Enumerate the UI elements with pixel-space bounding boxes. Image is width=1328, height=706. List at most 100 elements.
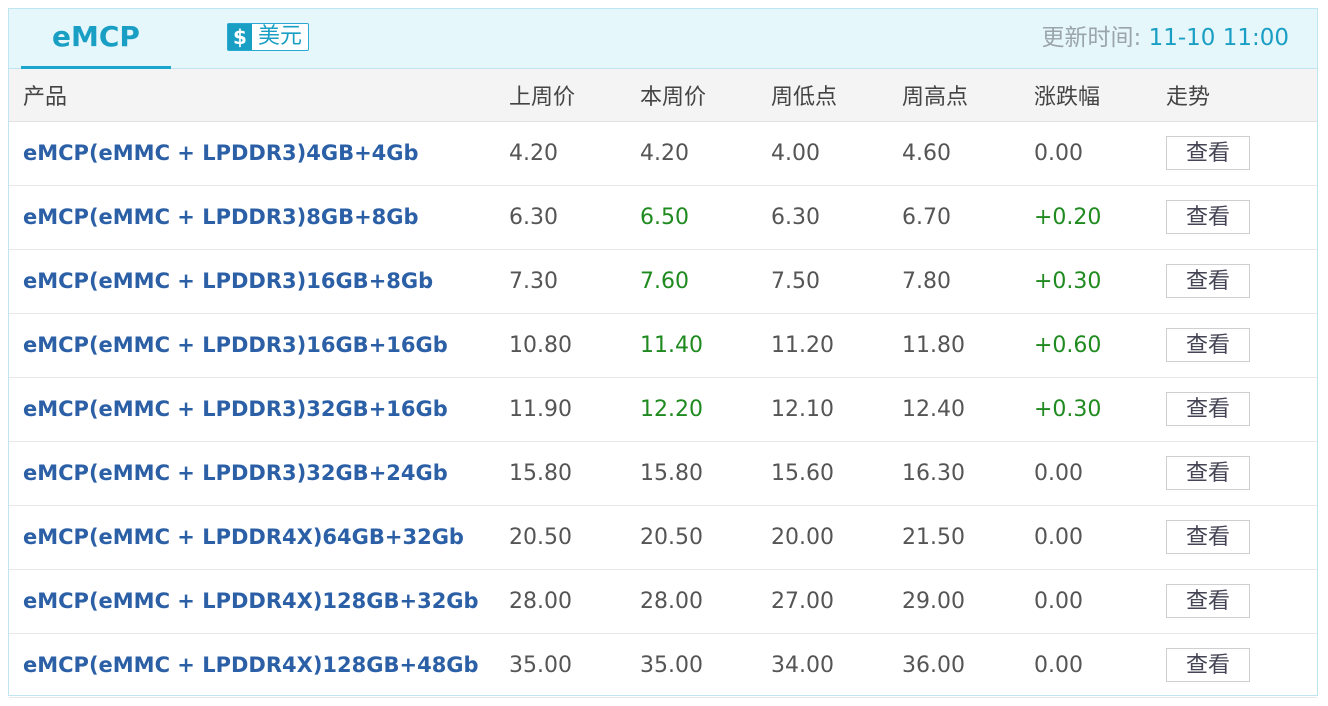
currency-label: 美元 — [258, 24, 303, 49]
table-row: eMCP(eMMC + LPDDR3)4GB+4Gb 4.20 4.20 4.00 4.… — [9, 121, 1317, 186]
week-low: 20.00 — [771, 505, 902, 570]
trend-cell: 查看 — [1166, 185, 1317, 250]
view-trend-button[interactable]: 查看 — [1166, 328, 1250, 362]
week-high: 12.40 — [902, 377, 1034, 442]
table-row: eMCP(eMMC + LPDDR3)32GB+24Gb 15.80 15.80 15… — [9, 441, 1317, 506]
trend-cell: 查看 — [1166, 121, 1317, 186]
update-time-value: 11-10 11:00 — [1148, 25, 1289, 51]
price-table: 产品 上周价 本周价 周低点 周高点 涨跌幅 走势 eMCP(eMMC + LP… — [9, 69, 1317, 698]
view-trend-button[interactable]: 查看 — [1166, 200, 1250, 234]
column-header-this-week: 本周价 — [640, 69, 771, 122]
price-change: 0.00 — [1034, 121, 1166, 186]
price-change: +0.60 — [1034, 313, 1166, 378]
week-high: 4.60 — [902, 121, 1034, 186]
update-time: 更新时间: 11-10 11:00 — [1042, 23, 1290, 53]
product-name: eMCP(eMMC + LPDDR3)16GB+8Gb — [9, 249, 509, 314]
price-change: +0.30 — [1034, 249, 1166, 314]
last-week-price: 28.00 — [509, 569, 640, 634]
week-low: 15.60 — [771, 441, 902, 506]
tab-emcp[interactable]: eMCP — [21, 9, 171, 70]
price-change: +0.20 — [1034, 185, 1166, 250]
update-time-label: 更新时间: — [1041, 25, 1149, 51]
trend-cell: 查看 — [1166, 313, 1317, 378]
week-low: 6.30 — [771, 185, 902, 250]
last-week-price: 10.80 — [509, 313, 640, 378]
view-trend-button[interactable]: 查看 — [1166, 456, 1250, 490]
trend-cell: 查看 — [1166, 633, 1317, 698]
product-name: eMCP(eMMC + LPDDR3)16GB+16Gb — [9, 313, 509, 378]
trend-cell: 查看 — [1166, 569, 1317, 634]
trend-cell: 查看 — [1166, 505, 1317, 570]
table-row: eMCP(eMMC + LPDDR4X)128GB+48Gb 35.00 35.00… — [9, 633, 1317, 698]
product-name: eMCP(eMMC + LPDDR3)32GB+16Gb — [9, 377, 509, 442]
week-high: 29.00 — [902, 569, 1034, 634]
this-week-price: 28.00 — [640, 569, 771, 634]
table-row: eMCP(eMMC + LPDDR3)16GB+16Gb 10.80 11.40 11… — [9, 313, 1317, 378]
price-panel: eMCP $ 美元 更新时间: 11-10 11:00 产品 上周价 本周价 周… — [8, 8, 1318, 698]
tab-bar: eMCP $ 美元 更新时间: 11-10 11:00 — [9, 9, 1317, 70]
this-week-price: 4.20 — [640, 121, 771, 186]
currency-toggle[interactable]: $ 美元 — [227, 23, 310, 51]
product-name: eMCP(eMMC + LPDDR3)4GB+4Gb — [9, 121, 509, 186]
view-trend-button[interactable]: 查看 — [1166, 392, 1250, 426]
table-row: eMCP(eMMC + LPDDR3)16GB+8Gb 7.30 7.60 7.50 7… — [9, 249, 1317, 314]
table-row: eMCP(eMMC + LPDDR3)32GB+16Gb 11.90 12.20 12… — [9, 377, 1317, 442]
column-header-change: 涨跌幅 — [1034, 69, 1166, 122]
column-header-low: 周低点 — [771, 69, 902, 122]
table-row: eMCP(eMMC + LPDDR3)8GB+8Gb 6.30 6.50 6.30 6.… — [9, 185, 1317, 250]
week-low: 11.20 — [771, 313, 902, 378]
column-header-trend: 走势 — [1166, 69, 1317, 122]
product-name: eMCP(eMMC + LPDDR3)8GB+8Gb — [9, 185, 509, 250]
this-week-price: 11.40 — [640, 313, 771, 378]
column-header-last-week: 上周价 — [509, 69, 640, 122]
dollar-icon: $ — [228, 24, 252, 50]
table-row: eMCP(eMMC + LPDDR4X)128GB+32Gb 28.00 28.00… — [9, 569, 1317, 634]
price-change: 0.00 — [1034, 569, 1166, 634]
week-low: 12.10 — [771, 377, 902, 442]
price-change: 0.00 — [1034, 441, 1166, 506]
view-trend-button[interactable]: 查看 — [1166, 648, 1250, 682]
week-high: 21.50 — [902, 505, 1034, 570]
week-high: 11.80 — [902, 313, 1034, 378]
product-name: eMCP(eMMC + LPDDR3)32GB+24Gb — [9, 441, 509, 506]
trend-cell: 查看 — [1166, 377, 1317, 442]
this-week-price: 20.50 — [640, 505, 771, 570]
product-name: eMCP(eMMC + LPDDR4X)128GB+32Gb — [9, 569, 509, 634]
last-week-price: 15.80 — [509, 441, 640, 506]
view-trend-button[interactable]: 查看 — [1166, 136, 1250, 170]
week-low: 34.00 — [771, 633, 902, 698]
this-week-price: 15.80 — [640, 441, 771, 506]
week-high: 7.80 — [902, 249, 1034, 314]
week-high: 6.70 — [902, 185, 1034, 250]
last-week-price: 7.30 — [509, 249, 640, 314]
this-week-price: 35.00 — [640, 633, 771, 698]
this-week-price: 7.60 — [640, 249, 771, 314]
view-trend-button[interactable]: 查看 — [1166, 520, 1250, 554]
product-name: eMCP(eMMC + LPDDR4X)128GB+48Gb — [9, 633, 509, 698]
last-week-price: 11.90 — [509, 377, 640, 442]
trend-cell: 查看 — [1166, 441, 1317, 506]
product-name: eMCP(eMMC + LPDDR4X)64GB+32Gb — [9, 505, 509, 570]
week-low: 4.00 — [771, 121, 902, 186]
column-header-high: 周高点 — [902, 69, 1034, 122]
price-change: +0.30 — [1034, 377, 1166, 442]
week-high: 36.00 — [902, 633, 1034, 698]
this-week-price: 12.20 — [640, 377, 771, 442]
price-change: 0.00 — [1034, 505, 1166, 570]
view-trend-button[interactable]: 查看 — [1166, 264, 1250, 298]
last-week-price: 6.30 — [509, 185, 640, 250]
week-high: 16.30 — [902, 441, 1034, 506]
last-week-price: 35.00 — [509, 633, 640, 698]
price-change: 0.00 — [1034, 633, 1166, 698]
table-header-row: 产品 上周价 本周价 周低点 周高点 涨跌幅 走势 — [9, 69, 1317, 122]
week-low: 7.50 — [771, 249, 902, 314]
tab-emcp-label: eMCP — [52, 20, 140, 53]
column-header-product: 产品 — [9, 69, 509, 122]
trend-cell: 查看 — [1166, 249, 1317, 314]
this-week-price: 6.50 — [640, 185, 771, 250]
last-week-price: 20.50 — [509, 505, 640, 570]
week-low: 27.00 — [771, 569, 902, 634]
view-trend-button[interactable]: 查看 — [1166, 584, 1250, 618]
last-week-price: 4.20 — [509, 121, 640, 186]
table-row: eMCP(eMMC + LPDDR4X)64GB+32Gb 20.50 20.50 2… — [9, 505, 1317, 570]
